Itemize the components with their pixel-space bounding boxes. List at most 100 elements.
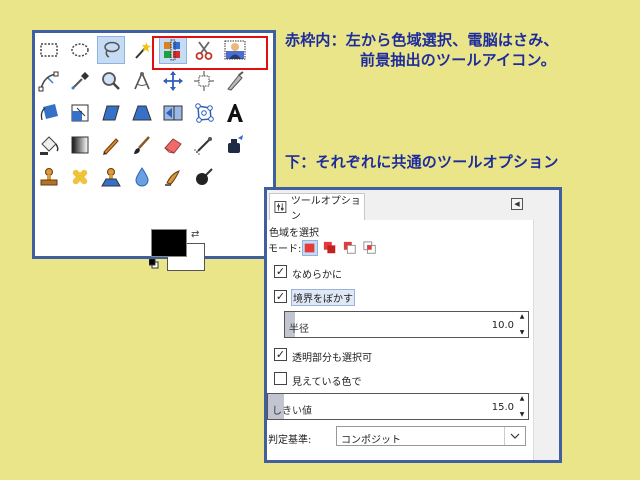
shear-icon — [102, 105, 120, 121]
free-select-tool[interactable] — [97, 36, 125, 64]
rotate-tool[interactable] — [35, 99, 63, 127]
text-tool[interactable] — [221, 99, 249, 127]
paths-tool[interactable] — [35, 67, 63, 95]
pencil-icon — [103, 138, 119, 155]
align-tool[interactable] — [190, 67, 218, 95]
airbrush-tool[interactable] — [190, 131, 218, 159]
magnifier-icon — [102, 72, 120, 90]
rect-select-tool[interactable] — [35, 36, 63, 64]
blur-sharpen-tool[interactable] — [128, 163, 156, 191]
arrow-down-icon: ▼ — [519, 329, 525, 336]
lasso-icon — [104, 41, 120, 58]
radius-arrows[interactable]: ▲ ▼ — [517, 313, 527, 336]
tab-bar: ツールオプション ◀ — [267, 190, 559, 222]
paint-bucket-icon — [40, 136, 59, 155]
radius-value: 10.0 — [491, 320, 514, 331]
magic-wand-icon — [135, 42, 151, 59]
perspective-stamp-icon — [101, 168, 121, 187]
arrow-up-icon: ▲ — [519, 313, 525, 320]
perspective-icon — [132, 105, 152, 121]
threshold-value: 15.0 — [491, 402, 514, 413]
tool-options-panel: ツールオプション ◀ 色域を選択 モード: ✓ なめらかに ✓ 境界をぼかす 半… — [264, 187, 562, 463]
rect-select-icon — [40, 43, 58, 57]
mode-replace-button[interactable] — [302, 240, 318, 256]
scale-tool[interactable] — [66, 99, 94, 127]
heal-tool[interactable] — [66, 163, 94, 191]
check-mark: ✓ — [275, 290, 286, 303]
criterion-value: コンポジット — [341, 435, 401, 446]
rotate-icon — [40, 104, 58, 121]
feather-label: 境界をぼかす — [291, 289, 355, 306]
dodge-burn-tool[interactable] — [190, 163, 218, 191]
cage-icon — [195, 103, 214, 123]
blend-tool[interactable] — [66, 131, 94, 159]
mode-add-button[interactable] — [322, 240, 338, 256]
mode-add-icon — [323, 241, 336, 254]
scroll-area — [533, 220, 559, 460]
annotation-options-note: 下：それぞれに共通のツールオプション — [285, 153, 559, 171]
water-drop-icon — [135, 167, 149, 187]
eyedropper-icon — [71, 72, 89, 90]
bucket-fill-tool[interactable] — [35, 131, 63, 159]
smudge-tool[interactable] — [159, 163, 187, 191]
zoom-tool[interactable] — [97, 67, 125, 95]
arrow-up-icon: ▲ — [519, 395, 525, 402]
check-mark: ✓ — [275, 265, 286, 278]
antialias-label: なめらかに — [292, 270, 342, 281]
foreground-color-swatch[interactable] — [151, 229, 187, 257]
gradient-icon — [71, 136, 89, 154]
sample-merged-label: 見えている色で — [292, 377, 362, 388]
select-transparent-label: 透明部分も選択可 — [292, 353, 372, 364]
threshold-arrows[interactable]: ▲ ▼ — [517, 395, 527, 418]
eraser-icon — [164, 138, 182, 154]
annotation-red-box-line2: 前景抽出のツールアイコン。 — [360, 51, 556, 69]
swap-colors-icon[interactable]: ⇄ — [191, 230, 199, 240]
feather-checkbox[interactable]: ✓ — [274, 290, 287, 303]
radius-label: 半径 — [289, 324, 309, 335]
reset-colors-icon[interactable] — [149, 259, 159, 269]
select-transparent-checkbox[interactable]: ✓ — [274, 348, 287, 361]
ink-bottle-icon — [228, 135, 243, 153]
criterion-select[interactable]: コンポジット — [336, 426, 526, 446]
shear-tool[interactable] — [97, 99, 125, 127]
perspective-tool[interactable] — [128, 99, 156, 127]
sample-merged-checkbox[interactable] — [274, 372, 287, 385]
cage-transform-tool[interactable] — [190, 99, 218, 127]
clone-tool[interactable] — [35, 163, 63, 191]
flip-tool[interactable] — [159, 99, 187, 127]
mode-replace-icon — [304, 243, 315, 253]
mode-intersect-icon — [363, 241, 376, 254]
mode-label: モード: — [268, 244, 302, 255]
antialias-checkbox[interactable]: ✓ — [274, 265, 287, 278]
radius-spin-scale[interactable]: 半径 10.0 ▲ ▼ — [284, 311, 529, 338]
check-mark: ✓ — [275, 348, 286, 361]
airbrush-icon — [194, 137, 212, 155]
paintbrush-tool[interactable] — [128, 131, 156, 159]
perspective-clone-tool[interactable] — [97, 163, 125, 191]
mode-subtract-icon — [343, 241, 356, 254]
mode-intersect-button[interactable] — [362, 240, 378, 256]
ink-tool[interactable] — [221, 131, 249, 159]
bandage-icon — [72, 169, 88, 185]
smudge-icon — [165, 170, 180, 186]
mode-subtract-button[interactable] — [342, 240, 358, 256]
threshold-spin-scale[interactable]: しきい値 15.0 ▲ ▼ — [267, 393, 529, 420]
color-picker-tool[interactable] — [66, 67, 94, 95]
panel-menu-icon: ◀ — [514, 200, 520, 208]
knife-icon — [227, 71, 244, 91]
ellipse-select-tool[interactable] — [66, 36, 94, 64]
tool-title: 色域を選択 — [269, 228, 319, 239]
pencil-tool[interactable] — [97, 131, 125, 159]
dodge-burn-icon — [196, 168, 213, 185]
scale-icon — [71, 104, 89, 122]
paintbrush-icon — [134, 136, 150, 154]
eraser-tool[interactable] — [159, 131, 187, 159]
annotation-red-box-line1: 赤枠内：左から色域選択、電脳はさみ、 — [285, 31, 559, 49]
threshold-label: しきい値 — [272, 406, 312, 417]
measure-tool[interactable] — [128, 67, 156, 95]
move-tool[interactable] — [159, 67, 187, 95]
crop-tool[interactable] — [221, 67, 249, 95]
tab-tool-options[interactable]: ツールオプション — [269, 193, 365, 222]
panel-menu-button[interactable]: ◀ — [511, 198, 523, 210]
align-icon — [194, 71, 214, 91]
